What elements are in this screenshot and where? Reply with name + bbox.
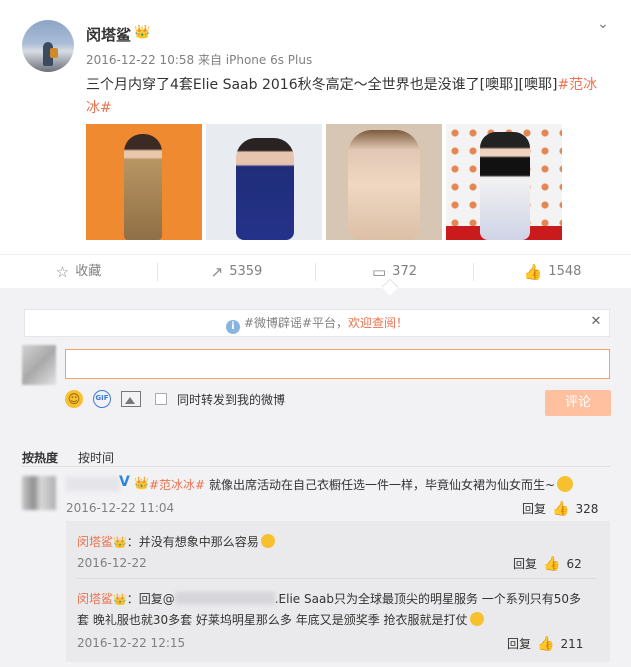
post-images <box>86 124 562 240</box>
comment-body: 就像出席活动在自己衣橱任选一件一样，毕竟仙女裙为仙女而生~ <box>205 478 555 492</box>
gown-figure <box>236 138 294 240</box>
gown-figure <box>480 132 530 240</box>
commenter-name-redacted <box>66 477 120 491</box>
like-count: 1548 <box>548 264 582 279</box>
reply-like-count: 211 <box>560 636 584 651</box>
comment-count: 372 <box>392 264 417 279</box>
hashtag-link-part1[interactable]: #范冰 <box>557 77 597 93</box>
gown-figure <box>124 134 162 240</box>
reply-1-text: 闵塔鲨👑：并没有想象中那么容易 <box>77 533 275 550</box>
sort-time-tab[interactable]: 按时间 <box>78 449 114 466</box>
comment-time: 2016-12-22 11:04 <box>66 501 175 515</box>
reply-body-line1: .Elie Saab只为全球最顶尖的明星服务 一个系列只有50多 <box>274 592 582 606</box>
vip-crown-icon[interactable]: 👑 <box>134 25 152 41</box>
commenter-avatar[interactable] <box>22 476 56 510</box>
post-actions-bar: ☆ 收藏 ↗ 5359 ▭ 372 👍 1548 <box>0 254 631 288</box>
thumbs-up-icon: 👍 <box>523 263 543 281</box>
comment-text: #范冰冰# 就像出席活动在自己衣橱任选一件一样，毕竟仙女裙为仙女而生~ <box>149 476 573 493</box>
post-username[interactable]: 闵塔鲨 <box>86 24 131 45</box>
post-meta: 2016-12-22 10:58 来自 iPhone 6s Plus <box>86 53 313 67</box>
hashtag-link-part2[interactable]: 冰# <box>86 100 112 116</box>
verified-icon: V <box>119 474 130 490</box>
sort-hot-tab[interactable]: 按热度 <box>22 449 58 466</box>
submit-comment-button[interactable]: 评论 <box>545 390 611 416</box>
reply-1-time: 2016-12-22 <box>77 556 147 570</box>
post-image-1[interactable] <box>86 124 202 240</box>
smile-emoji-icon <box>260 534 275 548</box>
image-icon[interactable] <box>121 391 141 407</box>
notice-link[interactable]: 欢迎查阅！ <box>348 316 408 330</box>
smile-emoji-icon <box>469 612 484 626</box>
reply-author[interactable]: 闵塔鲨 <box>77 592 113 606</box>
vip-crown-icon: 👑 <box>113 593 127 606</box>
repost-button[interactable]: ↗ 5359 <box>158 255 315 289</box>
current-user-avatar <box>22 345 56 385</box>
post-text-main: 三个月内穿了4套Elie Saab 2016秋冬高定～全世界也是没谁了[噢耶][… <box>86 77 558 93</box>
reply-2-actions: 回复 👍 211 <box>507 635 583 652</box>
post-image-2[interactable] <box>206 124 322 240</box>
favorite-label: 收藏 <box>75 264 102 279</box>
reply-author[interactable]: 闵塔鲨 <box>77 535 113 549</box>
vip-crown-icon: 👑 <box>113 536 127 549</box>
info-icon: i <box>225 320 240 334</box>
thumbs-up-icon[interactable]: 👍 <box>543 556 560 572</box>
vip-crown-icon: 👑 <box>134 476 149 490</box>
thumbs-up-icon[interactable]: 👍 <box>552 501 569 517</box>
star-icon: ☆ <box>55 263 70 281</box>
thumbs-up-icon[interactable]: 👍 <box>537 636 554 652</box>
comment-actions: 回复 👍 328 <box>522 500 598 517</box>
rumor-notice-bar: i #微博辟谣#平台，欢迎查阅！ <box>24 309 610 337</box>
reply-button[interactable]: 回复 <box>507 635 531 652</box>
gown-figure <box>348 130 420 240</box>
emoji-icon[interactable]: ☺ <box>65 390 83 408</box>
repost-icon: ↗ <box>210 263 224 281</box>
sync-repost-checkbox[interactable] <box>155 393 167 405</box>
mention-redacted <box>174 592 275 604</box>
avatar-bag <box>50 48 58 58</box>
comment-input[interactable] <box>65 349 610 379</box>
post-image-3[interactable] <box>326 124 442 240</box>
comment-hashtag[interactable]: #范冰冰# <box>149 478 205 492</box>
reply-button[interactable]: 回复 <box>513 555 537 572</box>
reply-2-text: 闵塔鲨👑：回复@ .Elie Saab只为全球最顶尖的明星服务 一个系列只有50多… <box>77 589 597 630</box>
comment-like-count: 328 <box>575 501 599 516</box>
comment-toolbar: ☺ GIF 同时转发到我的微博 <box>65 389 285 409</box>
reply-1-actions: 回复 👍 62 <box>513 555 582 572</box>
reply-prefix: ：回复@ <box>126 592 175 606</box>
reply-like-count: 62 <box>566 556 582 571</box>
reply-button[interactable]: 回复 <box>522 500 546 517</box>
chevron-down-icon[interactable]: ⌄ <box>594 15 612 33</box>
reply-body: ：并没有想象中那么容易 <box>126 535 259 549</box>
notice-text: #微博辟谣#平台， <box>243 316 349 330</box>
thinking-emoji-icon <box>557 476 573 492</box>
close-icon[interactable]: ✕ <box>588 312 604 332</box>
like-button[interactable]: 👍 1548 <box>474 255 631 289</box>
user-avatar[interactable] <box>22 20 74 72</box>
comment-sort-tabs: 按热度 按时间 <box>22 449 114 466</box>
sort-divider <box>22 466 610 467</box>
favorite-button[interactable]: ☆ 收藏 <box>0 255 157 289</box>
post-image-4[interactable] <box>446 124 562 240</box>
repost-count: 5359 <box>229 264 263 279</box>
reply-2-time: 2016-12-22 12:15 <box>77 636 186 650</box>
weibo-post-card: 闵塔鲨 👑 ⌄ 2016-12-22 10:58 来自 iPhone 6s Pl… <box>0 0 631 667</box>
post-text: 三个月内穿了4套Elie Saab 2016秋冬高定～全世界也是没谁了[噢耶][… <box>86 74 606 120</box>
gif-icon[interactable]: GIF <box>93 390 111 408</box>
reply-divider <box>77 578 597 579</box>
sync-repost-label[interactable]: 同时转发到我的微博 <box>177 391 285 408</box>
reply-body-line2: 套 晚礼服也就30多套 好莱坞明星那么多 年底又是颁奖季 抢衣服就是打仗 <box>77 613 468 627</box>
